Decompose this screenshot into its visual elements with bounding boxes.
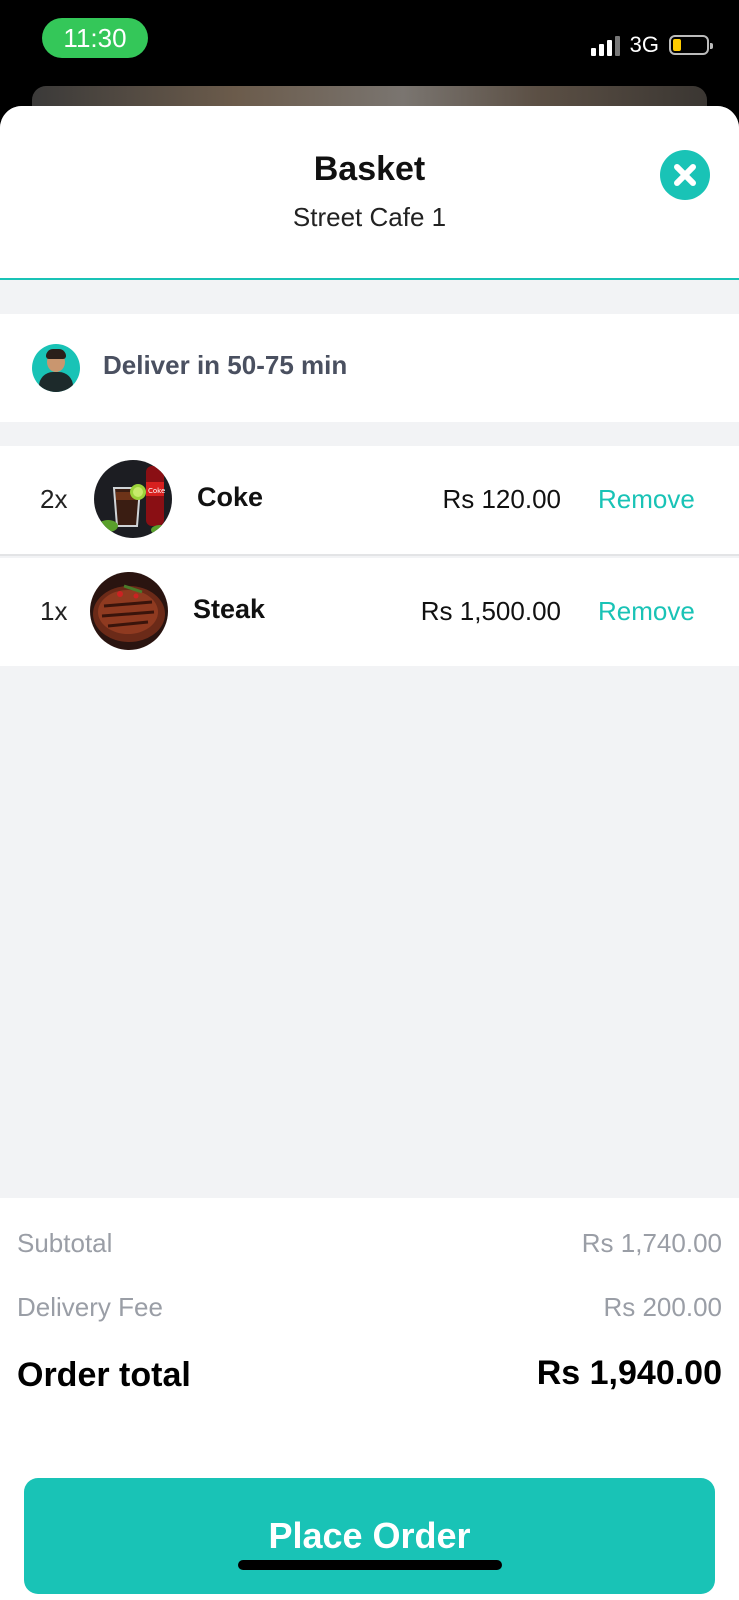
item-price: Rs 120.00 xyxy=(442,484,561,514)
item-price: Rs 1,500.00 xyxy=(420,596,561,626)
order-total-label: Order total xyxy=(17,1356,191,1394)
remove-item-button[interactable]: Remove xyxy=(598,484,695,515)
item-quantity: 2x xyxy=(40,484,68,514)
signal-icon xyxy=(590,34,620,56)
item-name: Steak xyxy=(193,594,266,624)
subtotal-value: Rs 1,740.00 xyxy=(581,1228,722,1258)
item-name: Coke xyxy=(197,482,264,512)
battery-icon xyxy=(669,35,713,55)
home-indicator xyxy=(238,1560,502,1570)
page-title: Basket xyxy=(313,150,426,188)
avatar xyxy=(32,344,80,392)
place-order-button[interactable]: Place Order xyxy=(24,1478,715,1594)
steak-image xyxy=(90,572,168,650)
svg-text:Coke: Coke xyxy=(148,487,165,495)
basket-sheet: Basket Street Cafe 1 Deliver in 50-75 mi… xyxy=(0,106,739,1600)
status-bar: 11:30 3G xyxy=(0,0,739,88)
coke-image: Coke xyxy=(94,460,172,538)
delivery-fee-label: Delivery Fee xyxy=(17,1292,163,1322)
restaurant-name: Street Cafe 1 xyxy=(292,202,447,232)
order-total-value: Rs 1,940.00 xyxy=(536,1354,722,1392)
basket-item-coke: 2x Coke Coke Rs 120.00 Remove xyxy=(0,446,739,556)
subtotal-label: Subtotal xyxy=(17,1228,113,1258)
delivery-eta-row: Deliver in 50-75 min xyxy=(0,314,739,422)
status-time: 11:30 xyxy=(42,18,148,58)
remove-item-button[interactable]: Remove xyxy=(598,596,695,627)
delivery-fee-value: Rs 200.00 xyxy=(603,1292,722,1322)
network-type: 3G xyxy=(629,32,659,57)
basket-item-steak: 1x Steak Rs 1,500.00 Remove xyxy=(0,558,739,666)
sheet-header: Basket Street Cafe 1 xyxy=(0,106,739,280)
close-button[interactable] xyxy=(660,150,710,200)
item-quantity: 1x xyxy=(40,596,68,626)
delivery-eta: Deliver in 50-75 min xyxy=(103,350,348,380)
order-summary: Subtotal Rs 1,740.00 Delivery Fee Rs 200… xyxy=(0,1198,739,1600)
status-indicators: 3G xyxy=(590,30,713,60)
close-icon xyxy=(674,164,696,186)
